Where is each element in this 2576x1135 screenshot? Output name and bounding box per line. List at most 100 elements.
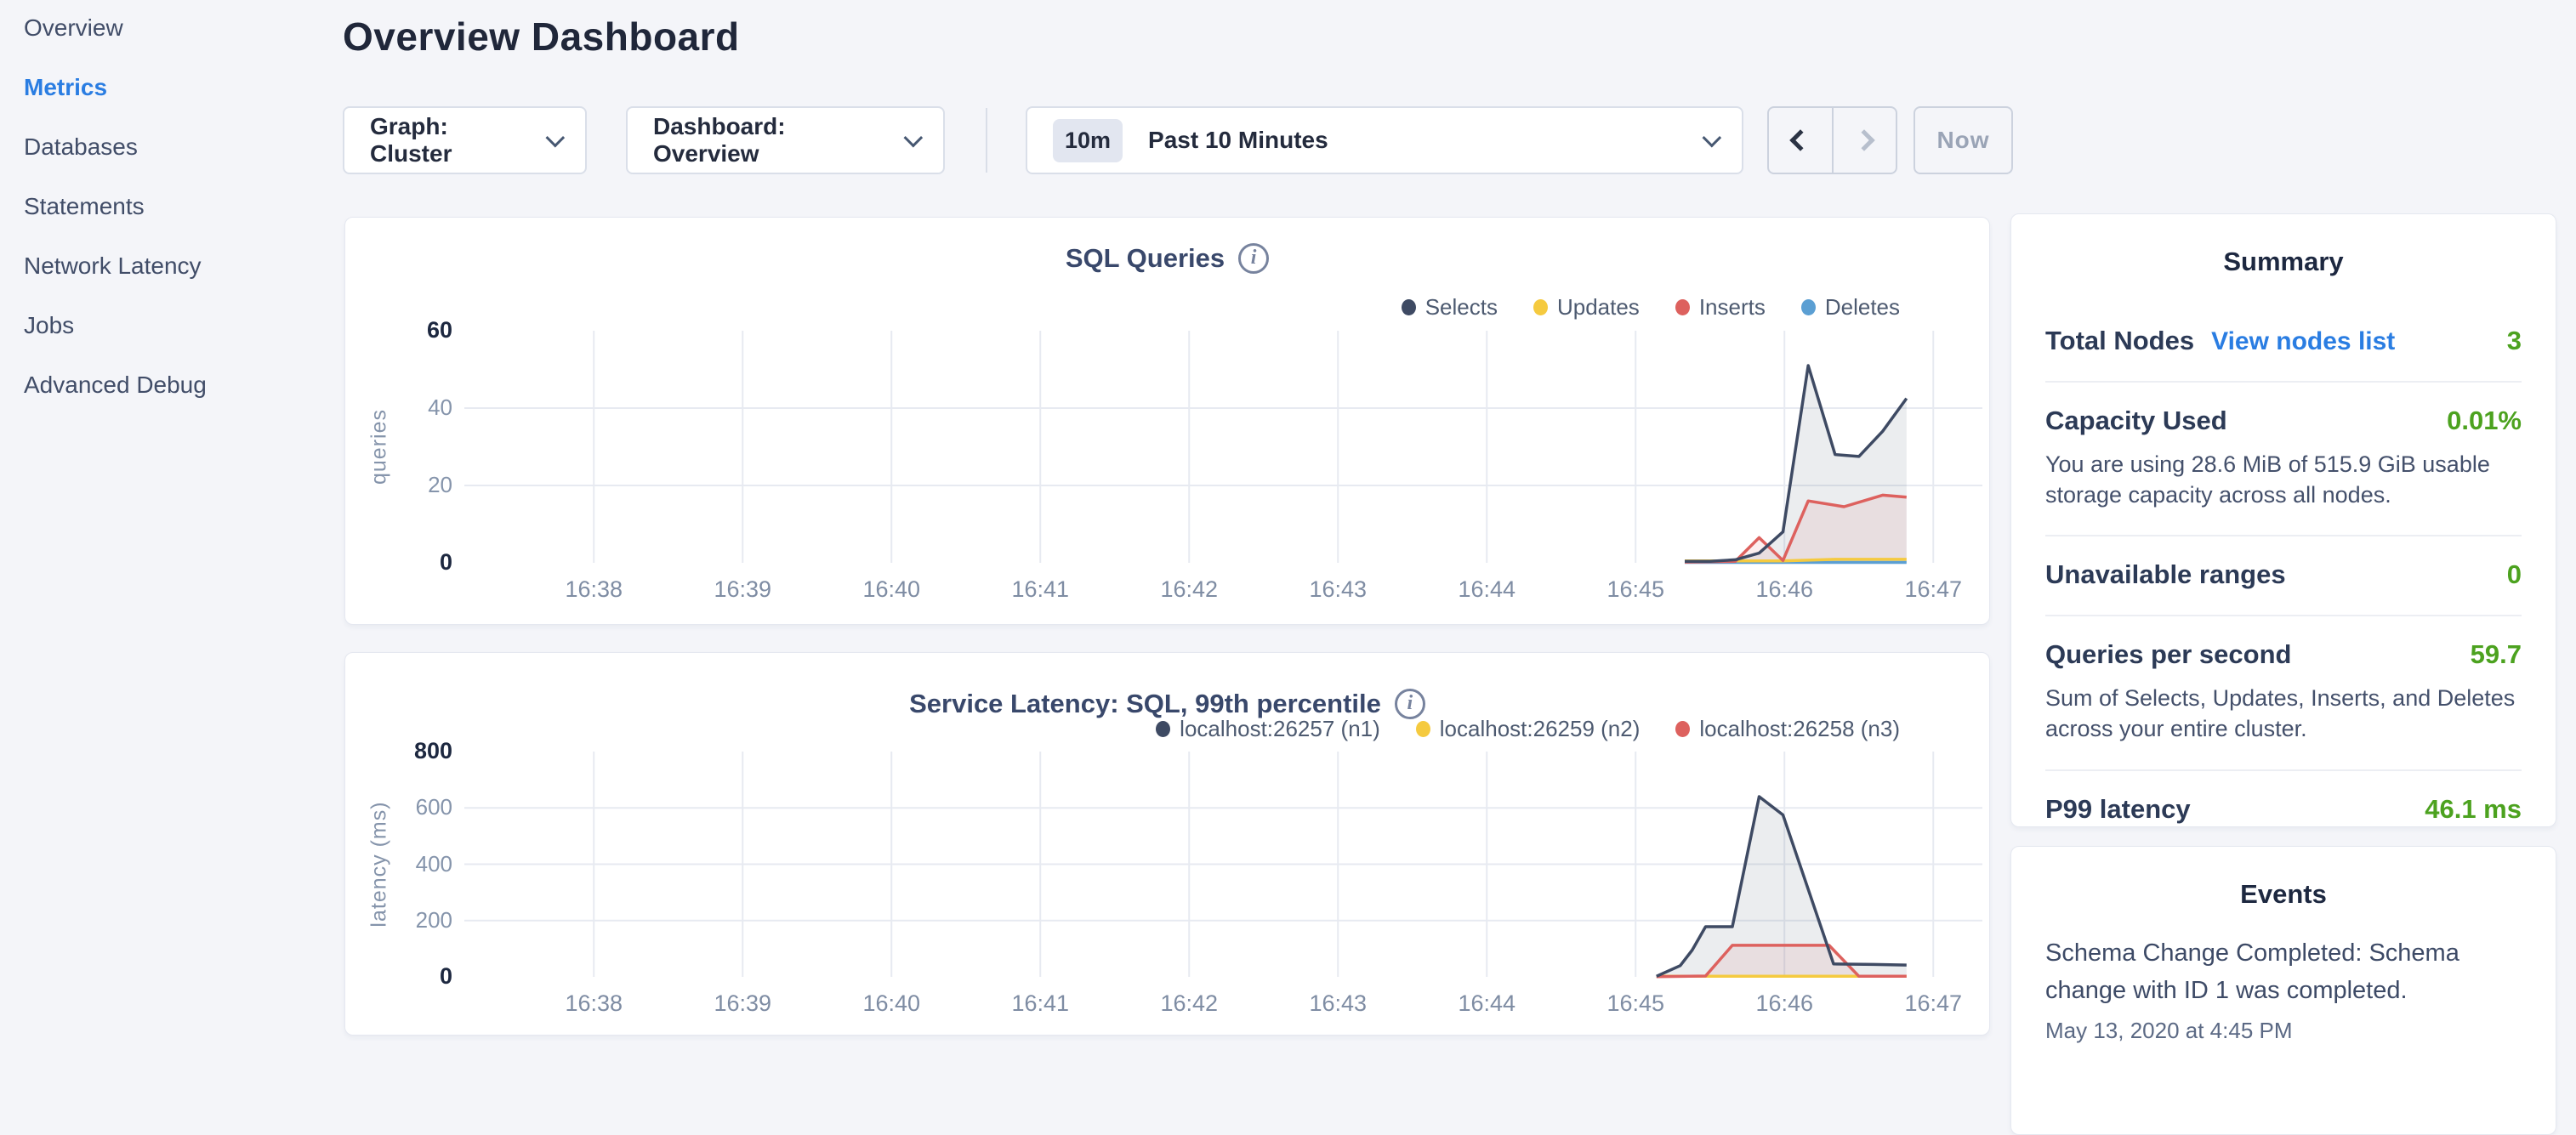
y-axis-tick: 0 — [371, 549, 452, 576]
x-axis-tick: 16:39 — [683, 576, 802, 603]
legend-label: Selects — [1425, 294, 1498, 321]
legend-label: Deletes — [1825, 294, 1900, 321]
x-axis-tick: 16:43 — [1278, 990, 1397, 1017]
graph-dropdown[interactable]: Graph: Cluster — [343, 106, 587, 174]
summary-row: P99 latency 46.1 ms — [2045, 771, 2522, 849]
time-step-forward-button[interactable] — [1832, 108, 1896, 173]
summary-row: Unavailable ranges 0 — [2045, 536, 2522, 616]
chevron-down-icon — [546, 128, 566, 148]
time-window-dropdown[interactable]: 10m Past 10 Minutes — [1026, 106, 1743, 174]
x-axis-tick: 16:39 — [683, 990, 802, 1017]
legend-item: Updates — [1533, 294, 1640, 321]
chevron-down-icon — [1703, 128, 1722, 148]
event-text: Schema Change Completed: Schema change w… — [2045, 935, 2522, 1009]
legend-dot-icon — [1801, 299, 1816, 315]
legend-item: localhost:26259 (n2) — [1416, 716, 1641, 742]
summary-row-label: Unavailable ranges — [2045, 559, 2286, 590]
sidebar-item-network-latency[interactable]: Network Latency — [24, 236, 313, 296]
sql-queries-chart-panel: SQL Queries i Selects Updates Inserts Deletes… — [344, 217, 1990, 625]
legend-label: localhost:26258 (n3) — [1699, 716, 1900, 742]
chart-plot-area[interactable] — [464, 752, 1982, 979]
y-axis-tick: 800 — [371, 738, 452, 764]
x-axis-tick: 16:47 — [1874, 576, 1993, 603]
summary-row-label: Queries per second — [2045, 639, 2291, 670]
events-heading: Events — [2011, 879, 2556, 910]
summary-row: Queries per second 59.7 Sum of Selects, Up… — [2045, 616, 2522, 770]
summary-row-label: P99 latency — [2045, 794, 2191, 825]
x-axis-tick: 16:44 — [1427, 576, 1546, 603]
x-axis-tick: 16:41 — [981, 576, 1100, 603]
x-axis-tick: 16:42 — [1129, 576, 1248, 603]
y-axis-tick: 60 — [371, 317, 452, 343]
chart-legend: localhost:26257 (n1) localhost:26259 (n2)… — [1156, 714, 1900, 743]
legend-dot-icon — [1675, 721, 1690, 737]
x-axis-tick: 16:44 — [1427, 990, 1546, 1017]
summary-row-value: 46.1 ms — [2425, 794, 2522, 825]
x-axis-tick: 16:38 — [534, 990, 653, 1017]
legend-item: Selects — [1402, 294, 1498, 321]
sidebar-item-statements[interactable]: Statements — [24, 177, 313, 236]
summary-row-value: 0.01% — [2447, 406, 2522, 436]
legend-dot-icon — [1416, 721, 1430, 737]
summary-panel: Summary Total Nodes View nodes list 3 Capac… — [2010, 213, 2556, 827]
sidebar-item-jobs[interactable]: Jobs — [24, 296, 313, 355]
summary-row-description: You are using 28.6 MiB of 515.9 GiB usab… — [2045, 450, 2522, 510]
summary-row-description: Sum of Selects, Updates, Inserts, and De… — [2045, 684, 2522, 744]
summary-row: Total Nodes View nodes list 3 — [2045, 303, 2522, 383]
legend-item: Deletes — [1801, 294, 1900, 321]
events-panel: Events Schema Change Completed: Schema c… — [2010, 846, 2556, 1135]
legend-dot-icon — [1402, 299, 1416, 315]
graph-dropdown-label: Graph: Cluster — [370, 113, 526, 167]
dashboard-dropdown[interactable]: Dashboard: Overview — [626, 106, 945, 174]
chart-legend: Selects Updates Inserts Deletes — [1402, 292, 1900, 321]
chart-plot-area[interactable] — [464, 331, 1982, 565]
summary-row-value: 59.7 — [2471, 639, 2522, 670]
summary-row-label: Capacity Used — [2045, 406, 2227, 436]
x-axis-tick: 16:45 — [1576, 990, 1695, 1017]
service-latency-chart-panel: Service Latency: SQL, 99th percentileilo… — [344, 652, 1990, 1036]
y-axis-tick: 0 — [371, 963, 452, 990]
now-button[interactable]: Now — [1914, 106, 2013, 174]
sidebar-item-overview[interactable]: Overview — [24, 0, 313, 58]
legend-label: localhost:26257 (n1) — [1180, 716, 1380, 742]
legend-item: Inserts — [1675, 294, 1766, 321]
event-item: Schema Change Completed: Schema change w… — [2045, 935, 2522, 1044]
summary-heading: Summary — [2011, 247, 2556, 277]
x-axis-tick: 16:46 — [1725, 990, 1844, 1017]
chevron-left-icon — [1789, 129, 1811, 150]
x-axis-tick: 16:38 — [534, 576, 653, 603]
summary-row-value: 0 — [2507, 559, 2522, 590]
y-axis-label: queries — [367, 361, 392, 531]
sidebar-item-advanced-debug[interactable]: Advanced Debug — [24, 355, 313, 415]
summary-row-value: 3 — [2507, 326, 2522, 356]
x-axis-tick: 16:41 — [981, 990, 1100, 1017]
time-step-buttons — [1767, 106, 1897, 174]
x-axis-tick: 16:40 — [832, 990, 951, 1017]
legend-item: localhost:26257 (n1) — [1156, 716, 1380, 742]
x-axis-tick: 16:46 — [1725, 576, 1844, 603]
toolbar-divider — [986, 108, 987, 173]
chart-title: SQL Queries — [1066, 243, 1225, 273]
y-axis-label: latency (ms) — [367, 779, 392, 949]
event-timestamp: May 13, 2020 at 4:45 PM — [2045, 1018, 2522, 1044]
sidebar-item-databases[interactable]: Databases — [24, 117, 313, 177]
sidebar-item-metrics[interactable]: Metrics — [24, 58, 313, 117]
legend-dot-icon — [1675, 299, 1690, 315]
x-axis-tick: 16:47 — [1874, 990, 1993, 1017]
x-axis-tick: 16:45 — [1576, 576, 1695, 603]
chevron-down-icon — [904, 128, 924, 148]
chevron-right-icon — [1854, 129, 1875, 150]
x-axis-tick: 16:43 — [1278, 576, 1397, 603]
summary-row: Capacity Used 0.01% You are using 28.6 MiB… — [2045, 383, 2522, 536]
legend-label: localhost:26259 (n2) — [1440, 716, 1641, 742]
summary-row-label: Total Nodes — [2045, 326, 2194, 356]
x-axis-tick: 16:42 — [1129, 990, 1248, 1017]
view-nodes-list-link[interactable]: View nodes list — [2211, 327, 2395, 356]
dashboard-dropdown-label: Dashboard: Overview — [653, 113, 884, 167]
info-icon[interactable]: i — [1238, 243, 1269, 274]
legend-label: Inserts — [1699, 294, 1766, 321]
legend-dot-icon — [1533, 299, 1548, 315]
time-step-back-button[interactable] — [1769, 108, 1832, 173]
legend-label: Updates — [1557, 294, 1640, 321]
legend-dot-icon — [1156, 721, 1170, 737]
